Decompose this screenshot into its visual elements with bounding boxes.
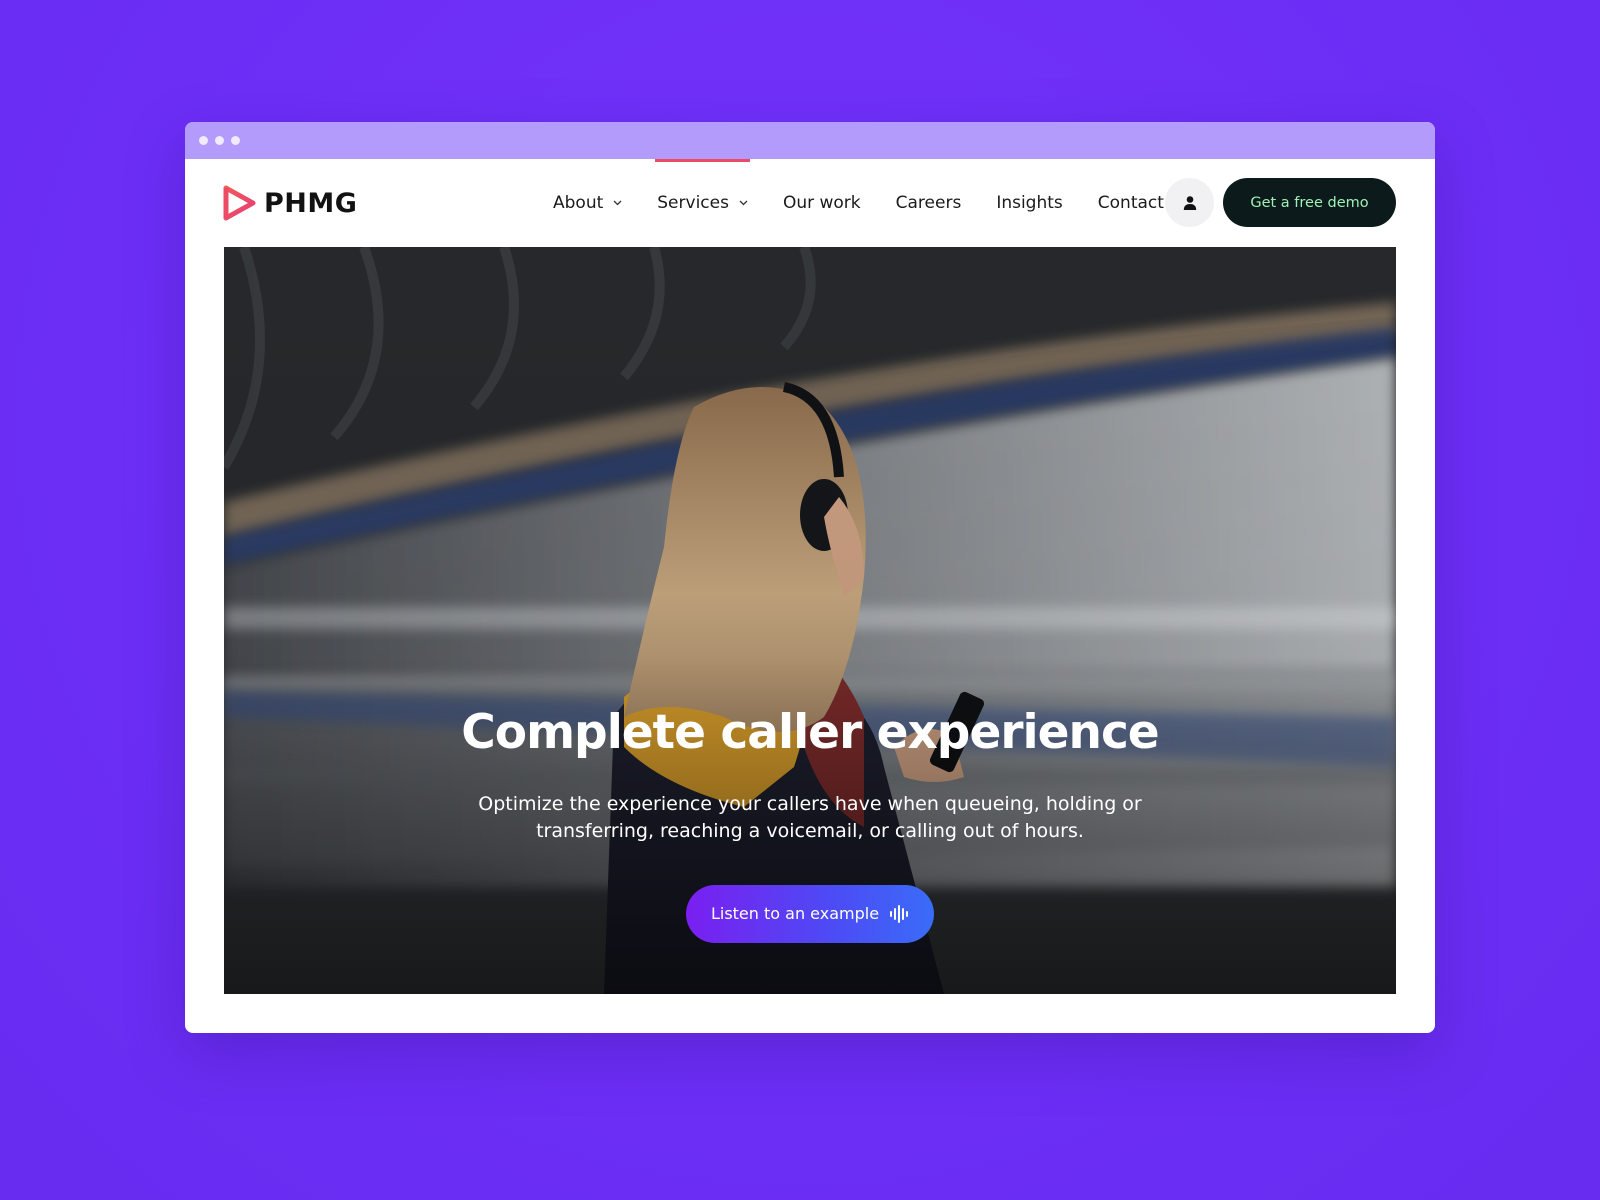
user-icon [1183, 195, 1196, 210]
get-free-demo-button[interactable]: Get a free demo [1223, 178, 1396, 227]
nav-item-services[interactable]: Services [655, 159, 750, 247]
site-header: PHMG About Services Our work Careers Ins… [185, 159, 1435, 247]
hero-banner: Complete caller experience Optimize the … [224, 247, 1396, 994]
main-navigation: About Services Our work Careers Insights [553, 159, 1199, 247]
hero-subtitle: Optimize the experience your callers hav… [478, 792, 1142, 842]
window-dot-close[interactable] [199, 136, 208, 145]
account-button[interactable] [1165, 178, 1214, 227]
listen-button-label: Listen to an example [710, 904, 880, 924]
brand-name: PHMG [264, 187, 358, 219]
hero-content: Complete caller experience Optimize the … [224, 707, 1396, 943]
play-logo-icon [223, 185, 256, 221]
nav-item-label: About [553, 193, 604, 213]
nav-item-our-work[interactable]: Our work [783, 159, 861, 247]
sound-wave-icon [890, 904, 909, 923]
nav-item-about[interactable]: About [553, 159, 622, 247]
nav-item-careers[interactable]: Careers [896, 159, 962, 247]
listen-to-example-button[interactable]: Listen to an example [686, 884, 934, 943]
nav-item-label: Contact [1097, 193, 1164, 213]
nav-item-contact[interactable]: Contact [1098, 159, 1164, 247]
chevron-down-icon [739, 200, 748, 206]
hero-title: Complete caller experience [461, 705, 1159, 760]
window-controls [199, 136, 240, 145]
browser-window: PHMG About Services Our work Careers Ins… [185, 122, 1435, 1033]
chevron-down-icon [613, 200, 622, 206]
nav-item-label: Our work [782, 193, 861, 213]
window-dot-maximize[interactable] [231, 136, 240, 145]
window-dot-minimize[interactable] [215, 136, 224, 145]
nav-item-label: Careers [895, 193, 962, 213]
nav-item-insights[interactable]: Insights [996, 159, 1062, 247]
browser-titlebar [185, 122, 1435, 159]
nav-item-label: Services [657, 193, 729, 213]
page-background: PHMG About Services Our work Careers Ins… [0, 0, 1600, 1200]
site-logo[interactable]: PHMG [223, 185, 357, 221]
nav-item-label: Insights [996, 193, 1063, 213]
